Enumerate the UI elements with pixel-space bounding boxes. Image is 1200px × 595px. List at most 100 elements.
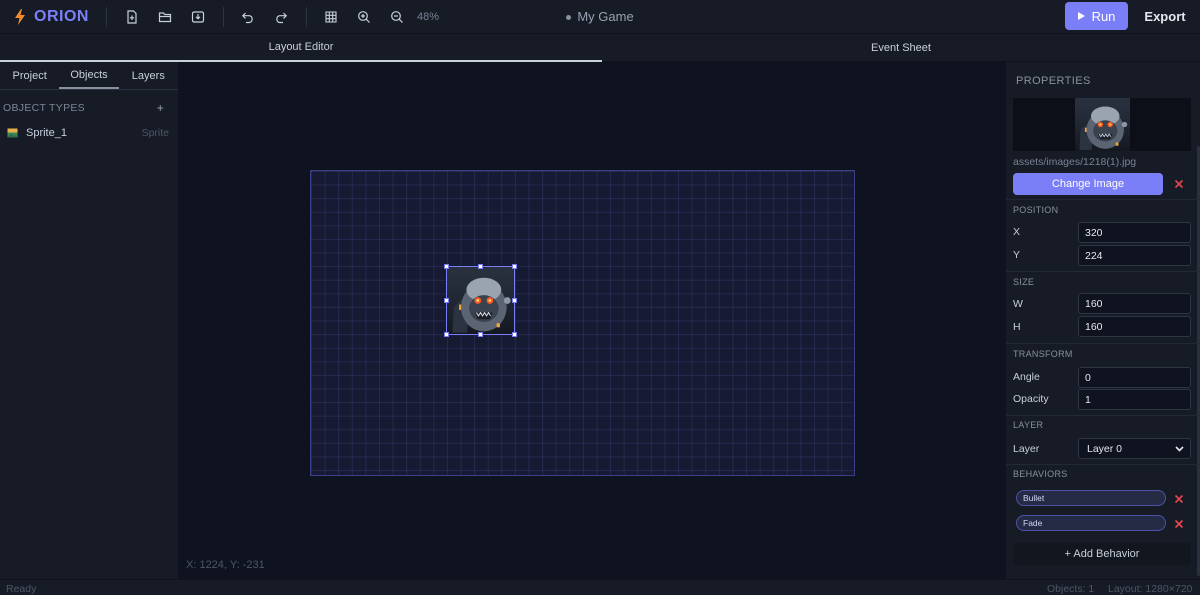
zoom-level: 48% [417,10,440,23]
section-divider [1006,343,1200,344]
size-section-title: SIZE [1013,277,1035,287]
open-folder-button[interactable] [148,0,181,33]
save-download-icon [191,10,204,23]
remove-behavior-icon[interactable] [1173,493,1185,505]
section-divider [1006,271,1200,272]
status-text: Ready [6,583,37,595]
new-file-icon [126,9,137,24]
tab-objects[interactable]: Objects [59,62,119,89]
sprite-image [446,266,515,335]
size-h-input[interactable] [1078,316,1191,337]
w-label: W [1013,298,1023,310]
redo-button[interactable] [264,0,297,33]
app-name: ORION [34,7,89,25]
app-logo: ORION [0,8,106,26]
cursor-coordinates: X: 1224, Y: -231 [186,559,265,571]
resize-handle-right[interactable] [512,298,517,303]
object-count: Objects: 1 [1047,583,1095,595]
position-x-input[interactable] [1078,222,1191,243]
behaviors-section-title: BEHAVIORS [1013,469,1068,479]
object-list-item[interactable]: Sprite_1 Sprite [0,126,178,140]
image-preview [1013,98,1191,151]
layout-grid[interactable] [310,170,855,476]
chevron-down-icon [1175,446,1184,452]
opacity-label: Opacity [1013,393,1049,405]
object-types-title: OBJECT TYPES [3,102,85,114]
toolbar-divider [106,6,107,27]
x-label: X [1013,226,1021,238]
angle-input[interactable] [1078,367,1191,388]
tab-project[interactable]: Project [0,62,59,89]
sprite-instance[interactable] [444,264,517,337]
export-button[interactable]: Export [1140,0,1190,33]
image-icon [7,128,18,138]
h-label: H [1013,321,1021,333]
layout-canvas-area[interactable]: X: 1224, Y: -231 [180,62,1004,579]
tab-layout-editor[interactable]: Layout Editor [0,34,602,62]
tab-event-sheet[interactable]: Event Sheet [602,34,1200,62]
layer-select[interactable]: Layer 0 [1078,438,1191,459]
layer-label: Layer [1013,443,1040,455]
toolbar-divider [306,6,307,27]
properties-title: PROPERTIES [1016,75,1091,87]
resize-handle-top[interactable] [478,264,483,269]
project-title: My Game [566,9,634,24]
status-bar: Ready Objects: 1 Layout: 1280×720 [0,579,1200,595]
run-label: Run [1091,8,1116,24]
layer-section-title: LAYER [1013,420,1044,430]
zoom-out-button[interactable] [380,0,413,33]
run-button[interactable]: Run [1065,2,1128,30]
redo-icon [275,12,287,23]
undo-button[interactable] [231,0,264,33]
object-name: Sprite_1 [26,127,67,139]
position-section-title: POSITION [1013,205,1059,215]
zoom-out-icon [390,10,403,23]
toolbar-divider [223,6,224,27]
section-divider [1006,464,1200,465]
behavior-item[interactable]: Fade [1016,515,1166,531]
left-panel-tabs: Project Objects Layers [0,62,178,90]
add-object-button[interactable]: + [157,101,164,115]
object-types-header: OBJECT TYPES + [0,90,178,126]
play-icon [1077,12,1085,20]
section-divider [1006,199,1200,200]
toggle-grid-button[interactable] [314,0,347,33]
undo-icon [241,12,253,23]
add-behavior-button[interactable]: + Add Behavior [1013,543,1191,565]
sprite-thumbnail [1074,98,1130,151]
layer-select-value: Layer 0 [1087,442,1123,455]
lightning-bolt-icon [15,8,25,25]
grid-icon [324,10,337,23]
zoom-in-button[interactable] [347,0,380,33]
behavior-item[interactable]: Bullet [1016,490,1166,506]
object-type: Sprite [141,127,169,139]
left-panel: Project Objects Layers OBJECT TYPES + Sp… [0,62,179,579]
change-image-button[interactable]: Change Image [1013,173,1163,195]
resize-handle-top-left[interactable] [444,264,449,269]
transform-section-title: TRANSFORM [1013,349,1073,359]
view-tabs: Layout Editor Event Sheet [0,33,1200,62]
angle-label: Angle [1013,371,1040,383]
new-file-button[interactable] [115,0,148,33]
size-w-input[interactable] [1078,293,1191,314]
resize-handle-bottom-right[interactable] [512,332,517,337]
resize-handle-top-right[interactable] [512,264,517,269]
opacity-input[interactable] [1078,389,1191,410]
remove-behavior-icon[interactable] [1173,518,1185,530]
layout-size: Layout: 1280×720 [1108,583,1193,595]
folder-open-icon [158,11,171,22]
image-path: assets/images/1218(1).jpg [1013,156,1137,168]
tab-layers[interactable]: Layers [119,62,178,89]
resize-handle-bottom[interactable] [478,332,483,337]
properties-panel: PROPERTIES assets/images/1218(1).jpg Cha… [1005,62,1200,579]
resize-handle-bottom-left[interactable] [444,332,449,337]
unsaved-dot-icon [566,15,572,21]
save-button[interactable] [181,0,214,33]
position-y-input[interactable] [1078,245,1191,266]
resize-handle-left[interactable] [444,298,449,303]
project-name: My Game [577,9,634,24]
zoom-in-icon [357,10,370,23]
section-divider [1006,415,1200,416]
y-label: Y [1013,249,1021,261]
remove-image-icon[interactable] [1173,178,1185,190]
